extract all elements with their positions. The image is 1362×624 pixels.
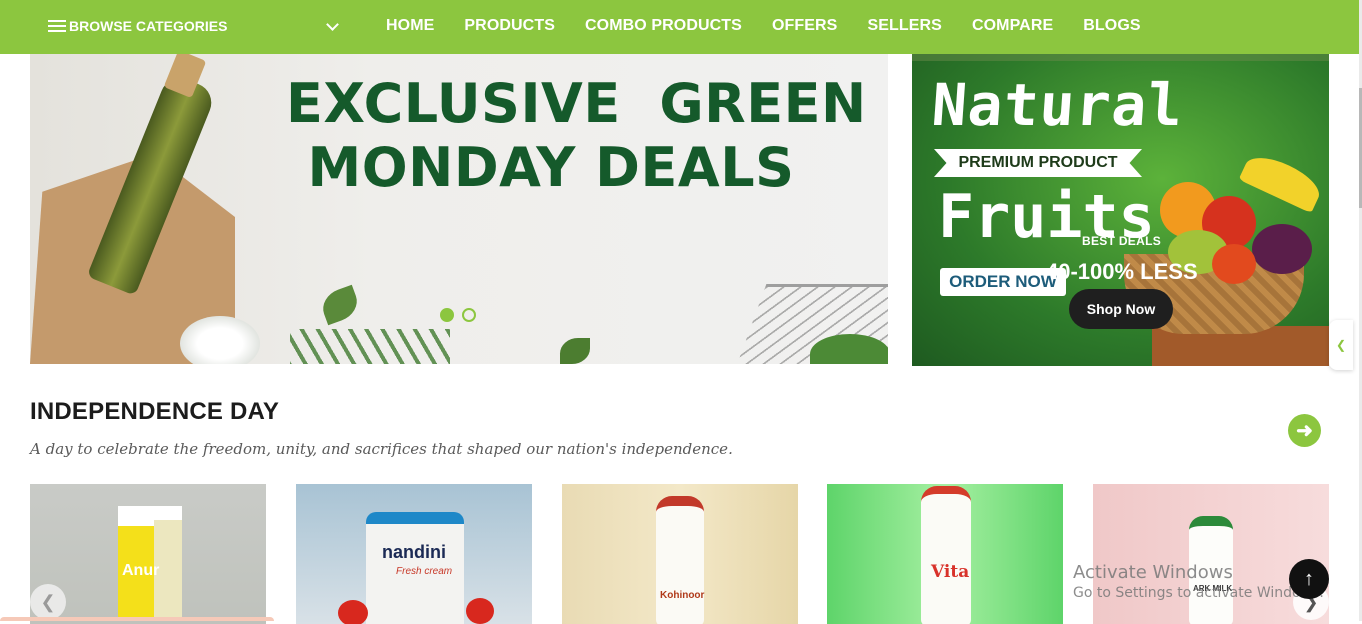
arrow-right-icon: ➜ [1296, 420, 1313, 442]
watermark-line2: Go to Settings to activate Windows. [1073, 585, 1324, 601]
banner-natural-text: Natural [929, 71, 1186, 139]
strawberry-image [338, 600, 368, 624]
slider-dots [440, 308, 484, 322]
top-navbar: BROWSE CATEGORIES HOME PRODUCTS COMBO PR… [0, 0, 1359, 54]
side-drawer-toggle[interactable]: ❮ [1329, 320, 1353, 370]
milk-bottle-image [921, 486, 971, 624]
chevron-left-icon: ❮ [1335, 338, 1347, 352]
bottom-popup-peek[interactable] [0, 617, 274, 621]
chevron-down-icon[interactable] [326, 18, 339, 31]
chevron-left-icon: ❮ [40, 591, 56, 612]
scroll-to-top-button[interactable]: ↑ [1289, 559, 1329, 599]
product-brand-label: Vita [931, 562, 970, 582]
nav-link-sellers[interactable]: SELLERS [867, 17, 942, 35]
banner-top-strip [912, 54, 1329, 61]
product-card[interactable]: Kohinoor [562, 484, 798, 624]
nav-link-compare[interactable]: COMPARE [972, 17, 1053, 35]
carousel-prev-button[interactable]: ❮ [30, 584, 66, 620]
leaf-image [560, 338, 590, 364]
windows-activation-watermark: Activate Windows Go to Settings to activ… [1073, 562, 1324, 601]
watermark-line1: Activate Windows [1073, 562, 1233, 583]
nav-link-products[interactable]: PRODUCTS [464, 17, 555, 35]
leaf-image [317, 284, 363, 326]
browse-categories-button[interactable]: BROWSE CATEGORIES [48, 0, 348, 52]
strawberry-image [466, 598, 494, 624]
section-title: INDEPENDENCE DAY [30, 398, 280, 425]
banner-premium-ribbon: PREMIUM PRODUCT [934, 149, 1142, 177]
herbs-image [290, 329, 450, 364]
hero-title-line2: MONDAY DEALS [307, 136, 795, 199]
product-sub-label: Fresh cream [396, 566, 453, 577]
hamburger-icon [48, 20, 66, 32]
hero-title-line1: EXCLUSIVE GREEN [286, 72, 867, 135]
milk-glass-image [180, 316, 260, 364]
nav-link-offers[interactable]: OFFERS [772, 17, 838, 35]
greens-image [810, 334, 888, 364]
section-subtitle: A day to celebrate the freedom, unity, a… [30, 440, 733, 458]
nav-link-combo-products[interactable]: COMBO PRODUCTS [585, 17, 742, 35]
nav-link-home[interactable]: HOME [386, 17, 434, 35]
best-deals-label: BEST DEALS [1082, 234, 1162, 248]
section-next-button[interactable]: ➜ [1288, 414, 1321, 447]
banana-image [1238, 148, 1326, 214]
arrow-up-icon: ↑ [1304, 567, 1314, 590]
hero-title: EXCLUSIVE GREEN MONDAY DEALS [286, 72, 867, 200]
milk-bottle-image [656, 496, 704, 624]
product-brand-label: Kohinoor [660, 590, 705, 601]
apple-image [1212, 244, 1256, 284]
nav-link-blogs[interactable]: BLOGS [1083, 17, 1140, 35]
side-promo-banner[interactable]: Natural PREMIUM PRODUCT Fruits ORDER NOW… [912, 54, 1329, 366]
hero-slider[interactable]: EXCLUSIVE GREEN MONDAY DEALS [30, 54, 888, 364]
product-brand-label: Anur [122, 562, 160, 579]
slider-dot-2[interactable] [462, 308, 476, 322]
browse-categories-label: BROWSE CATEGORIES [69, 18, 228, 34]
product-brand-label: nandini [382, 542, 446, 562]
product-card[interactable]: Vita [827, 484, 1063, 624]
discount-label: 40-100% LESS [1046, 259, 1198, 284]
slider-dot-1[interactable] [440, 308, 454, 322]
plum-image [1252, 224, 1312, 274]
product-card[interactable]: nandini Fresh cream [296, 484, 532, 624]
shop-now-button[interactable]: Shop Now [1069, 289, 1173, 329]
main-nav: HOME PRODUCTS COMBO PRODUCTS OFFERS SELL… [386, 0, 1171, 52]
